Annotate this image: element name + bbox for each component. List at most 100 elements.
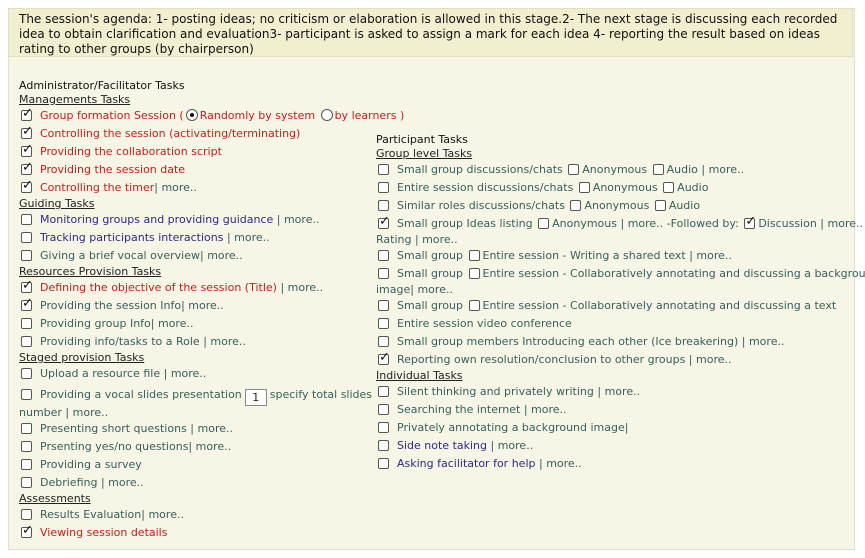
admin-tasks-title: Administrator/Facilitator Tasks	[19, 79, 185, 92]
task-session-info: Providing the session Info| more..	[21, 297, 224, 313]
task-tracking: Tracking participants interactions | mor…	[21, 231, 270, 245]
yesno-questions-more-link[interactable]: more..	[196, 440, 232, 453]
role-info-checkbox[interactable]	[21, 336, 32, 347]
video-conference-checkbox[interactable]	[378, 318, 389, 329]
similar-disc-audio-checkbox[interactable]	[654, 200, 666, 211]
small-disc-anonymous-checkbox[interactable]	[568, 164, 580, 175]
ideas-more-link[interactable]: more..	[628, 217, 664, 230]
reporting-label: Reporting own resolution/conclusion to o…	[397, 353, 686, 366]
side-note-checkbox[interactable]	[378, 440, 389, 451]
task-collab-script: Providing the collaboration script	[21, 143, 222, 159]
by-learners-radio[interactable]	[320, 109, 333, 121]
timer-more-link[interactable]: more..	[161, 181, 197, 194]
total-slides-input[interactable]: 1	[244, 389, 267, 406]
collab-script-checkbox[interactable]	[21, 143, 33, 157]
discussion-checkbox[interactable]	[744, 215, 756, 229]
icebreaking-more-link[interactable]: more..	[749, 335, 785, 348]
tracking-checkbox[interactable]	[21, 232, 32, 243]
vocal-overview-more-link[interactable]: more..	[207, 249, 243, 262]
timer-label: Controlling the timer	[40, 181, 155, 194]
annotating-text-small-checkbox[interactable]	[378, 300, 389, 311]
group-formation-checkbox[interactable]	[21, 107, 33, 121]
upload-more-link[interactable]: more..	[171, 367, 207, 380]
timer-checkbox[interactable]	[21, 179, 33, 193]
silent-thinking-more-link[interactable]: more..	[605, 385, 641, 398]
shared-text-more-link[interactable]: more..	[696, 249, 732, 262]
small-group-label: Small group	[397, 299, 463, 312]
group-info-more-link[interactable]: more..	[158, 317, 194, 330]
rating-more-link[interactable]: more..	[422, 233, 458, 246]
similar-disc-checkbox[interactable]	[378, 200, 389, 211]
task-annotating-text: Small group Entire session - Collaborati…	[378, 299, 836, 313]
randomly-radio[interactable]	[185, 109, 198, 121]
task-similar-roles-disc: Similar roles discussions/chats Anonymou…	[378, 199, 700, 213]
by-learners-label: by learners )	[334, 109, 405, 122]
ideas-listing-checkbox[interactable]	[378, 215, 390, 229]
monitoring-checkbox[interactable]	[21, 214, 32, 225]
asking-help-more-link[interactable]: more..	[546, 457, 582, 470]
task-video-conference: Entire session video conference	[378, 317, 572, 331]
debriefing-checkbox[interactable]	[21, 477, 32, 488]
entire-disc-audio-checkbox[interactable]	[663, 182, 675, 193]
slides-more-link[interactable]: more..	[73, 406, 109, 419]
monitoring-more-link[interactable]: more..	[284, 213, 320, 226]
session-info-checkbox[interactable]	[21, 297, 33, 311]
upload-checkbox[interactable]	[21, 368, 32, 379]
searching-checkbox[interactable]	[378, 404, 389, 415]
task-rating-cont: Rating | more..	[376, 233, 458, 246]
reporting-checkbox[interactable]	[378, 351, 390, 365]
results-evaluation-more-link[interactable]: more..	[148, 508, 184, 521]
debriefing-label: Debriefing	[40, 476, 98, 489]
individual-tasks-header: Individual Tasks	[376, 369, 463, 382]
asking-help-checkbox[interactable]	[378, 458, 389, 469]
debriefing-more-link[interactable]: more..	[108, 476, 144, 489]
silent-thinking-checkbox[interactable]	[378, 386, 389, 397]
icebreaking-checkbox[interactable]	[378, 336, 389, 347]
anonymous-label: Anonymous	[592, 181, 658, 194]
short-questions-checkbox[interactable]	[21, 423, 32, 434]
task-annotating-bg-cont: image| more..	[376, 283, 453, 296]
task-vocal-overview: Giving a brief vocal overview| more..	[21, 249, 243, 263]
small-disc-more-link[interactable]: more..	[709, 163, 745, 176]
annotating-text-entire-checkbox[interactable]	[468, 300, 480, 311]
annotating-bg-small-checkbox[interactable]	[378, 268, 389, 279]
reporting-more-link[interactable]: more..	[696, 353, 732, 366]
task-upload: Upload a resource file | more..	[21, 367, 206, 381]
similar-disc-label: Similar roles discussions/chats	[397, 199, 565, 212]
entire-disc-checkbox[interactable]	[378, 182, 389, 193]
session-date-checkbox[interactable]	[21, 161, 33, 175]
vocal-overview-checkbox[interactable]	[21, 250, 32, 261]
slides-checkbox[interactable]	[21, 389, 32, 400]
objective-more-link[interactable]: more..	[288, 281, 324, 294]
session-info-more-link[interactable]: more..	[188, 299, 224, 312]
ideas-anonymous-checkbox[interactable]	[538, 218, 550, 229]
side-note-more-link[interactable]: more..	[498, 439, 534, 452]
side-note-label: Side note taking	[397, 439, 487, 452]
staged-tasks-header: Staged provision Tasks	[19, 351, 145, 364]
objective-checkbox[interactable]	[21, 279, 33, 293]
task-short-questions: Presenting short questions | more..	[21, 422, 233, 436]
annotating-bg-more-link[interactable]: more..	[417, 283, 453, 296]
private-annotating-checkbox[interactable]	[378, 422, 389, 433]
tracking-more-link[interactable]: more..	[234, 231, 270, 244]
short-questions-more-link[interactable]: more..	[198, 422, 234, 435]
results-evaluation-checkbox[interactable]	[21, 509, 32, 520]
task-role-info: Providing info/tasks to a Role | more..	[21, 335, 246, 349]
group-info-checkbox[interactable]	[21, 318, 32, 329]
entire-disc-anonymous-checkbox[interactable]	[578, 182, 590, 193]
annotating-bg-entire-checkbox[interactable]	[468, 268, 480, 279]
survey-checkbox[interactable]	[21, 459, 32, 470]
shared-text-entire-checkbox[interactable]	[468, 250, 480, 261]
role-info-more-link[interactable]: more..	[210, 335, 246, 348]
session-info-label: Providing the session Info	[40, 299, 182, 312]
viewing-session-checkbox[interactable]	[21, 524, 33, 538]
slides-label: Providing a vocal slides presentation	[40, 388, 242, 401]
similar-disc-anonymous-checkbox[interactable]	[570, 200, 582, 211]
searching-more-link[interactable]: more..	[531, 403, 567, 416]
small-disc-checkbox[interactable]	[378, 164, 389, 175]
controlling-session-checkbox[interactable]	[21, 125, 33, 139]
shared-text-small-checkbox[interactable]	[378, 250, 389, 261]
small-disc-audio-checkbox[interactable]	[652, 164, 664, 175]
discussion-more-link[interactable]: more..	[828, 217, 864, 230]
yesno-questions-checkbox[interactable]	[21, 441, 32, 452]
